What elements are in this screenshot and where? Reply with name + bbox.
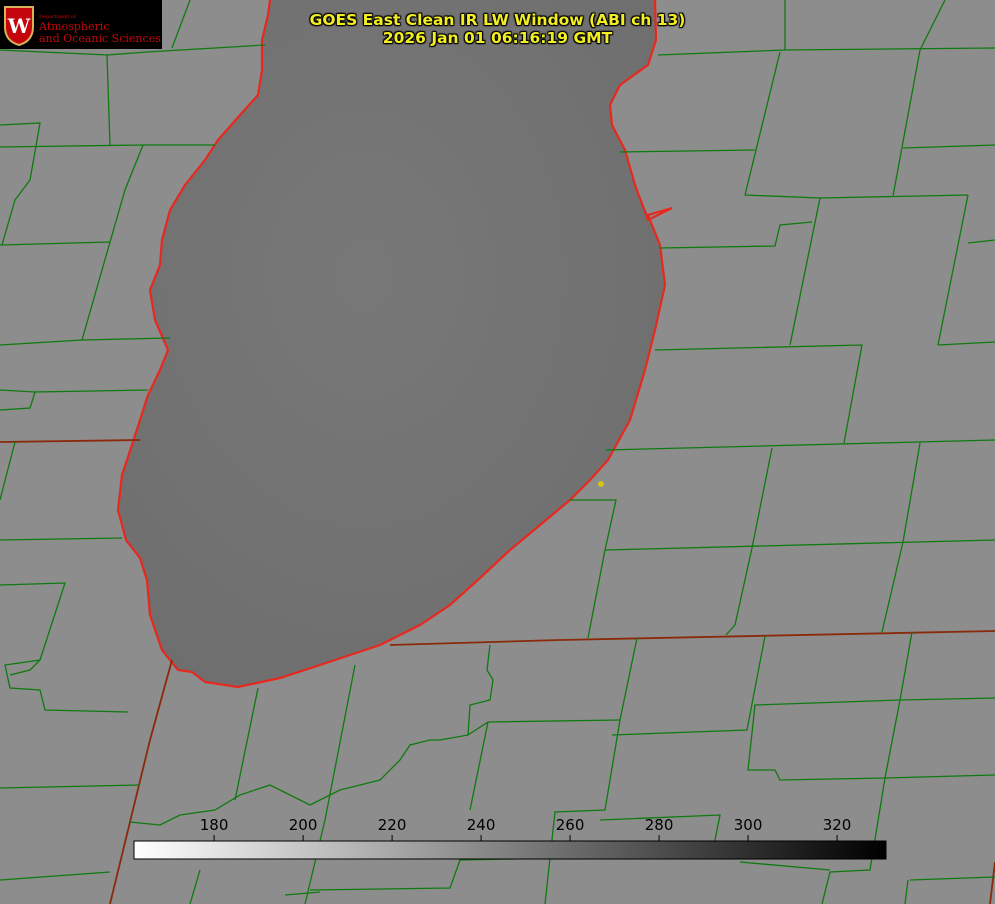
station-marker bbox=[598, 481, 604, 487]
colorbar-tick-label: 280 bbox=[645, 816, 674, 834]
image-title: GOES East Clean IR LW Window (ABI ch 13)… bbox=[0, 11, 995, 47]
colorbar-gradient bbox=[133, 840, 887, 860]
colorbar-tick-label: 300 bbox=[734, 816, 763, 834]
colorbar-tick-label: 240 bbox=[467, 816, 496, 834]
satellite-map: 180 200 220 240 260 280 300 320 bbox=[0, 0, 995, 904]
colorbar-tick-label: 180 bbox=[200, 816, 229, 834]
colorbar-tick-label: 260 bbox=[556, 816, 585, 834]
timestamp: 2026 Jan 01 06:16:19 GMT bbox=[382, 29, 613, 47]
colorbar-tick-label: 220 bbox=[378, 816, 407, 834]
product-title: GOES East Clean IR LW Window (ABI ch 13) bbox=[309, 11, 686, 29]
colorbar-tick-label: 200 bbox=[289, 816, 318, 834]
colorbar-tick-label: 320 bbox=[823, 816, 852, 834]
